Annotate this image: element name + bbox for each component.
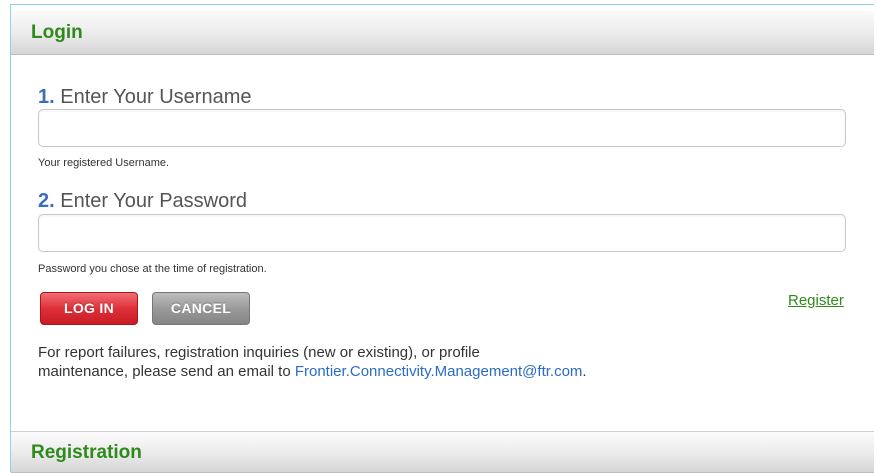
password-hint: Password you chose at the time of regist… — [38, 263, 267, 275]
password-input[interactable] — [38, 214, 846, 252]
support-info: For report failures, registration inquir… — [38, 343, 838, 381]
cancel-button[interactable]: CANCEL — [152, 292, 250, 325]
register-link[interactable]: Register — [788, 292, 844, 309]
username-label-text: Enter Your Username — [60, 86, 252, 108]
username-input[interactable] — [38, 109, 846, 147]
password-label-text: Enter Your Password — [60, 190, 248, 212]
login-panel-header: Login — [11, 11, 874, 55]
login-button[interactable]: LOG IN — [40, 292, 138, 325]
login-panel-title: Login — [31, 22, 83, 43]
support-email-link[interactable]: Frontier.Connectivity.Management@ftr.com — [295, 363, 583, 380]
registration-panel-header[interactable]: Registration — [11, 431, 874, 473]
username-step-number: 1. — [38, 86, 55, 108]
password-label: 2. Enter Your Password — [38, 190, 247, 213]
support-info-line1: For report failures, registration inquir… — [38, 344, 480, 361]
support-info-line2-prefix: maintenance, please send an email to — [38, 363, 295, 380]
username-label: 1. Enter Your Username — [38, 86, 251, 109]
registration-panel-title: Registration — [31, 442, 142, 463]
support-info-line2: maintenance, please send an email to Fro… — [38, 362, 838, 381]
password-step-number: 2. — [38, 190, 55, 212]
login-page-frame: Login 1. Enter Your Username Your regist… — [10, 4, 874, 473]
support-info-line2-suffix: . — [582, 363, 587, 380]
username-hint: Your registered Username. — [38, 157, 170, 169]
